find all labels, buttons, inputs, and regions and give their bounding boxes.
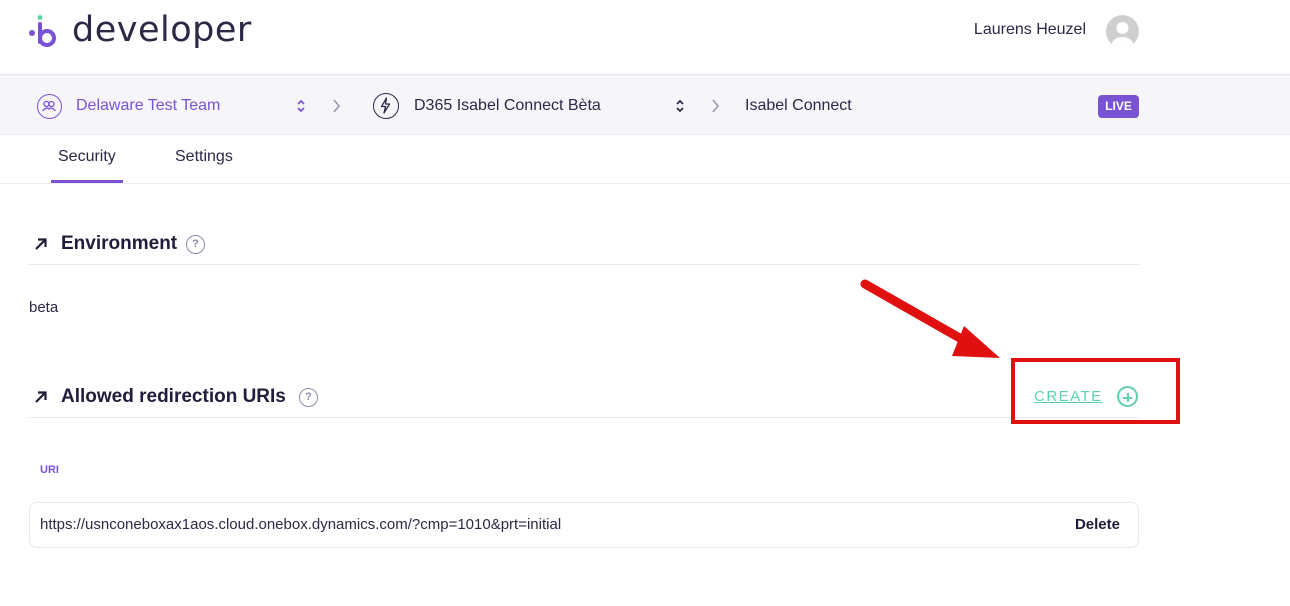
breadcrumb-page: Isabel Connect (745, 97, 852, 114)
delete-button[interactable]: Delete (1075, 516, 1120, 533)
chevron-right-icon (712, 99, 720, 113)
environment-title: Environment (61, 233, 178, 254)
breadcrumb-team[interactable]: Delaware Test Team (76, 97, 220, 115)
avatar[interactable] (1106, 15, 1139, 48)
developer-logo-icon[interactable] (27, 14, 59, 50)
uri-value: https://usnconeboxax1aos.cloud.onebox.dy… (40, 516, 562, 533)
live-badge: LIVE (1098, 95, 1139, 118)
lightning-icon (373, 93, 399, 119)
tab-bar: Security Settings (0, 136, 1290, 184)
chevron-right-icon (333, 99, 341, 113)
team-switcher-icon[interactable] (295, 97, 307, 115)
brand-name[interactable]: developer (72, 10, 252, 50)
active-tab-indicator (51, 180, 123, 183)
breadcrumb-app[interactable]: D365 Isabel Connect Bèta (414, 97, 601, 115)
table-row: https://usnconeboxax1aos.cloud.onebox.dy… (29, 502, 1139, 548)
breadcrumb: Delaware Test Team D365 Isabel Connect B… (0, 77, 1290, 135)
uri-column-header: URI (40, 464, 59, 476)
environment-value: beta (29, 299, 59, 316)
redirects-title: Allowed redirection URIs (61, 386, 286, 407)
tab-security[interactable]: Security (58, 148, 116, 166)
divider (29, 264, 1139, 265)
divider (29, 417, 1139, 418)
annotation-arrow-icon (860, 279, 1000, 358)
help-icon[interactable]: ? (186, 235, 205, 254)
annotation-highlight-box (1011, 358, 1180, 424)
app-switcher-icon[interactable] (674, 97, 686, 115)
user-avatar-icon (1111, 22, 1134, 48)
user-name[interactable]: Laurens Heuzel (974, 21, 1086, 39)
tab-settings[interactable]: Settings (175, 148, 233, 166)
team-icon (37, 94, 62, 119)
arrow-up-right-icon (35, 391, 47, 403)
help-icon[interactable]: ? (299, 388, 318, 407)
arrow-up-right-icon (35, 238, 47, 250)
top-bar: developer Laurens Heuzel (0, 0, 1290, 76)
